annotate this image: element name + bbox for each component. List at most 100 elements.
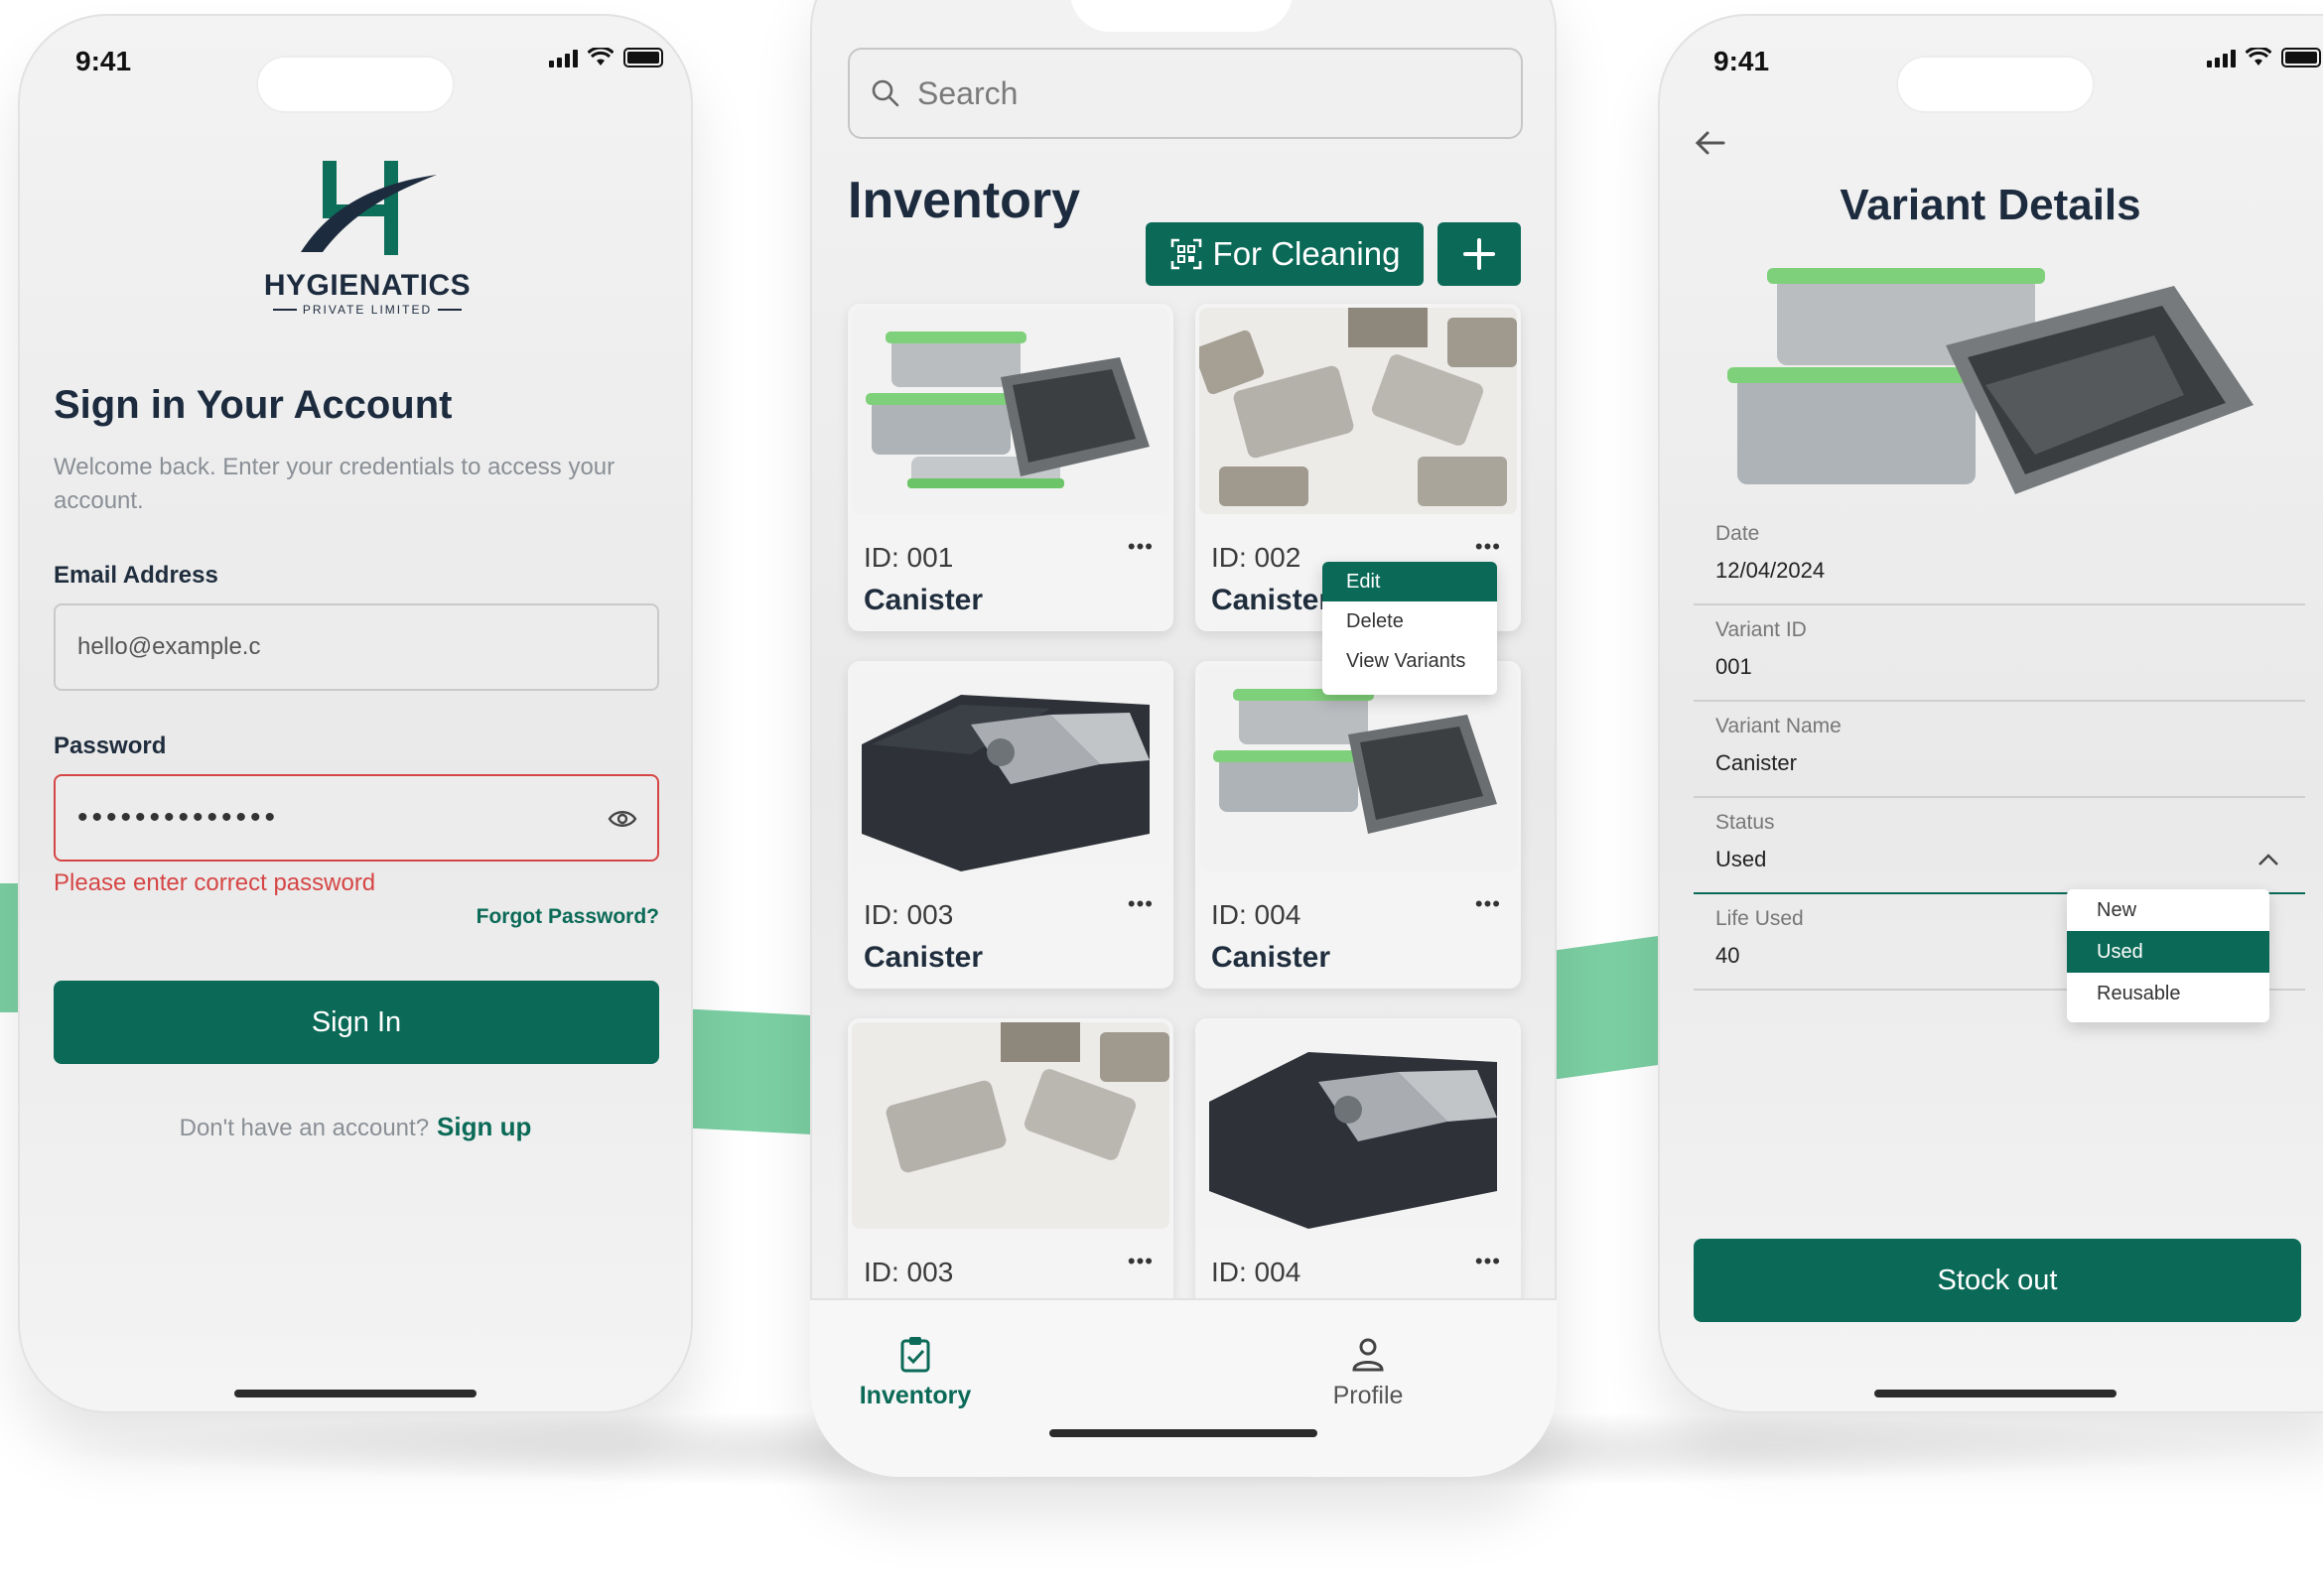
- chevron-up-icon: [2258, 854, 2278, 865]
- status-icons: [2207, 46, 2321, 67]
- inventory-card[interactable]: ID: 004 Canister •••: [1195, 661, 1521, 989]
- food-box-image: [852, 665, 1169, 871]
- signal-icon: [2207, 50, 2236, 67]
- inventory-card[interactable]: ID: 003 Canister •••: [848, 661, 1173, 989]
- stock-out-button[interactable]: Stock out: [1694, 1239, 2301, 1322]
- inventory-card[interactable]: ID: 004 •••: [1195, 1018, 1521, 1346]
- dynamic-island: [1896, 56, 2095, 113]
- signal-icon: [549, 50, 578, 67]
- status-dropdown: New Used Reusable: [2067, 889, 2269, 1022]
- brand-subtitle: PRIVATE LIMITED: [248, 303, 486, 317]
- search-icon: [872, 79, 899, 107]
- add-item-button[interactable]: [1437, 222, 1521, 286]
- canister-image: [1727, 268, 2254, 494]
- date-field: Date 12/04/2024: [1694, 510, 2305, 605]
- home-indicator: [234, 1390, 477, 1397]
- eye-icon[interactable]: [608, 808, 637, 830]
- bottom-nav: Inventory Profile: [810, 1298, 1557, 1477]
- for-cleaning-button[interactable]: For Cleaning: [1146, 222, 1424, 286]
- signup-row: Don't have an account? Sign up: [18, 1112, 693, 1142]
- status-option-used[interactable]: Used: [2067, 931, 2269, 973]
- more-icon[interactable]: •••: [1475, 891, 1501, 917]
- menu-item-view-variants[interactable]: View Variants: [1322, 641, 1497, 681]
- dynamic-island: [256, 56, 455, 113]
- more-icon[interactable]: •••: [1128, 1249, 1154, 1274]
- email-label: Email Address: [54, 562, 218, 589]
- item-name: Canister: [1211, 584, 1331, 616]
- field-value: 001: [1715, 654, 1752, 679]
- password-value: ••••••••••••••: [77, 801, 280, 834]
- signin-subtitle: Welcome back. Enter your credentials to …: [54, 454, 615, 514]
- field-label: Status: [1715, 811, 1775, 834]
- battery-icon: [2281, 48, 2321, 67]
- status-icons: [549, 46, 663, 67]
- background-ribbon: [1549, 934, 1668, 1081]
- field-value: Canister: [1715, 750, 1797, 775]
- password-field[interactable]: ••••••••••••••: [54, 774, 659, 862]
- variant-name-field: Variant Name Canister: [1694, 703, 2305, 798]
- menu-item-delete[interactable]: Delete: [1322, 601, 1497, 641]
- food-box-image: [1199, 1022, 1517, 1229]
- status-option-new[interactable]: New: [2067, 889, 2269, 931]
- background-ribbon: [685, 1008, 824, 1135]
- canister-image: [1199, 665, 1517, 871]
- dynamic-island: [1070, 0, 1293, 32]
- more-icon[interactable]: •••: [1128, 891, 1154, 917]
- item-name: Canister: [864, 941, 984, 974]
- password-error: Please enter correct password: [54, 869, 376, 896]
- variant-details-screen: 9:41 Variant Details Date 12/04/2024 Var…: [1658, 14, 2323, 1413]
- nav-inventory[interactable]: Inventory: [826, 1334, 1005, 1410]
- forgot-password-link[interactable]: Forgot Password?: [477, 905, 659, 929]
- field-label: Date: [1715, 522, 1760, 545]
- variant-id-field: Variant ID 001: [1694, 606, 2305, 702]
- canister-image: [852, 1022, 1169, 1229]
- background-ribbon: [0, 883, 18, 1012]
- signin-button[interactable]: Sign In: [54, 981, 659, 1064]
- status-time: 9:41: [75, 46, 132, 76]
- more-icon[interactable]: •••: [1128, 534, 1154, 560]
- back-arrow-icon[interactable]: [1692, 125, 1727, 161]
- clipboard-check-icon: [900, 1337, 930, 1373]
- signup-link[interactable]: Sign up: [437, 1112, 531, 1141]
- search-input[interactable]: Search: [848, 48, 1523, 139]
- canister-image: [1199, 308, 1517, 514]
- status-time: 9:41: [1713, 46, 1770, 76]
- wifi-icon: [587, 46, 615, 67]
- item-name: Canister: [864, 584, 984, 616]
- inventory-card[interactable]: ID: 001 Canister •••: [848, 304, 1173, 631]
- field-label: Life Used: [1715, 907, 1804, 930]
- inventory-card[interactable]: ID: 003 •••: [848, 1018, 1173, 1346]
- item-id: ID: 003: [864, 899, 954, 930]
- email-value: hello@example.c: [77, 633, 261, 660]
- signin-title: Sign in Your Account: [54, 383, 453, 427]
- menu-item-edit[interactable]: Edit: [1322, 562, 1497, 601]
- canister-image: [852, 308, 1169, 514]
- wifi-icon: [2245, 46, 2272, 67]
- page-title: Variant Details: [1840, 181, 2141, 229]
- nav-profile[interactable]: Profile: [1279, 1334, 1457, 1410]
- field-label: Variant Name: [1715, 715, 1842, 737]
- item-id: ID: 004: [1211, 899, 1301, 930]
- no-account-text: Don't have an account?: [179, 1115, 430, 1141]
- email-field[interactable]: hello@example.c: [54, 603, 659, 691]
- item-name: Canister: [1211, 941, 1331, 974]
- signin-screen: 9:41 HYGIENATICS PRIVATE LIMITED Sign in…: [18, 14, 693, 1413]
- field-label: Variant ID: [1715, 618, 1807, 641]
- more-icon[interactable]: •••: [1475, 534, 1501, 560]
- nav-profile-label: Profile: [1332, 1382, 1404, 1409]
- more-icon[interactable]: •••: [1475, 1249, 1501, 1274]
- home-indicator: [1874, 1390, 2117, 1397]
- plus-icon: [1463, 238, 1495, 270]
- status-select[interactable]: Status Used: [1694, 799, 2305, 894]
- search-placeholder: Search: [917, 74, 1019, 111]
- inventory-screen: Search Inventory For Cleaning ID: 001 Ca…: [810, 0, 1557, 1477]
- item-id: ID: 004: [1211, 1257, 1301, 1287]
- password-label: Password: [54, 732, 167, 759]
- status-option-reusable[interactable]: Reusable: [2067, 973, 2269, 1014]
- field-value: 12/04/2024: [1715, 558, 1826, 583]
- field-value: Used: [1715, 847, 1767, 871]
- qr-scan-icon: [1170, 238, 1201, 270]
- item-id: ID: 003: [864, 1257, 954, 1287]
- hygienatics-logo-icon: [301, 161, 437, 255]
- brand-logo: HYGIENATICS PRIVATE LIMITED: [248, 153, 486, 317]
